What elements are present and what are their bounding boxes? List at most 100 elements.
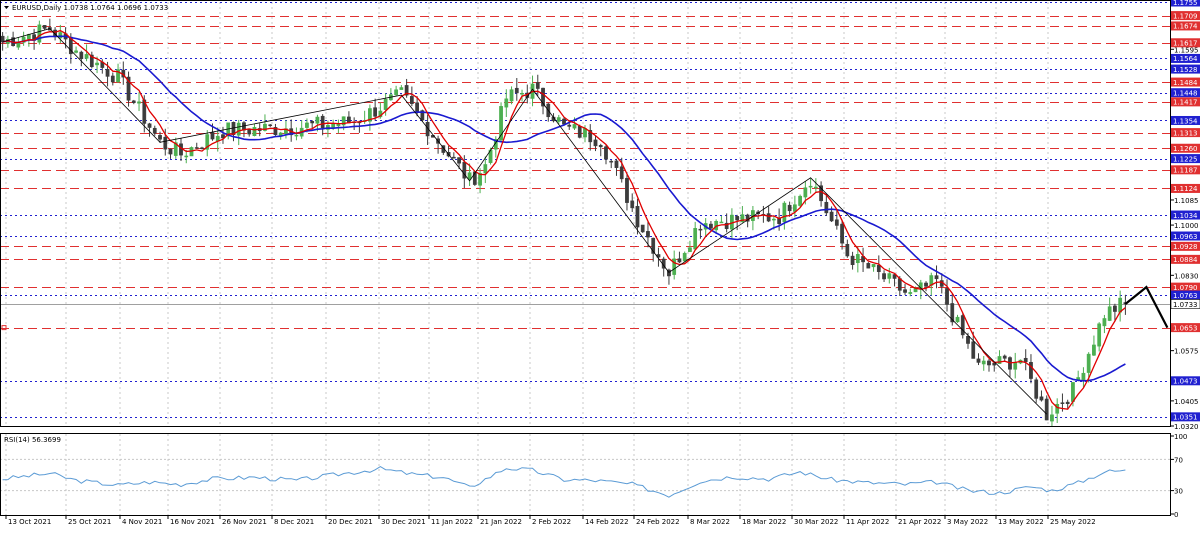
candle-body[interactable] bbox=[147, 123, 152, 128]
candle-body[interactable] bbox=[373, 107, 378, 117]
candle-body[interactable] bbox=[840, 223, 844, 244]
candle-body[interactable] bbox=[808, 185, 813, 188]
candle-body[interactable] bbox=[1002, 355, 1007, 359]
candle-body[interactable] bbox=[336, 123, 341, 127]
candle-body[interactable] bbox=[987, 360, 991, 366]
candle-body[interactable] bbox=[966, 336, 970, 344]
candle-body[interactable] bbox=[688, 247, 692, 253]
candle-body[interactable] bbox=[1118, 297, 1123, 313]
candle-body[interactable] bbox=[509, 89, 514, 102]
candle-body[interactable] bbox=[105, 68, 110, 77]
candle-body[interactable] bbox=[976, 358, 981, 363]
candle-body[interactable] bbox=[95, 62, 99, 66]
candle-body[interactable] bbox=[1081, 372, 1086, 380]
candle-body[interactable] bbox=[698, 228, 703, 231]
candle-body[interactable] bbox=[719, 221, 724, 224]
candle-body[interactable] bbox=[682, 252, 687, 262]
candle-body[interactable] bbox=[1113, 305, 1117, 312]
candle-body[interactable] bbox=[415, 102, 419, 113]
candle-body[interactable] bbox=[908, 292, 913, 294]
candle-body[interactable] bbox=[168, 148, 173, 155]
candle-body[interactable] bbox=[772, 218, 776, 221]
candle-body[interactable] bbox=[855, 254, 860, 264]
candle-body[interactable] bbox=[829, 211, 834, 222]
candle-body[interactable] bbox=[1097, 323, 1102, 347]
candle-body[interactable] bbox=[58, 32, 63, 39]
candle-body[interactable] bbox=[1107, 306, 1112, 321]
candle-body[interactable] bbox=[294, 134, 299, 137]
candle-body[interactable] bbox=[504, 98, 509, 108]
candle-body[interactable] bbox=[866, 263, 871, 269]
candle-body[interactable] bbox=[310, 121, 315, 124]
candle-body[interactable] bbox=[934, 275, 939, 280]
candle-body[interactable] bbox=[556, 117, 561, 122]
candle-body[interactable] bbox=[824, 201, 829, 214]
candle-body[interactable] bbox=[399, 87, 404, 90]
candle-body[interactable] bbox=[709, 223, 713, 229]
candle-body[interactable] bbox=[887, 273, 892, 279]
candle-body[interactable] bbox=[1102, 318, 1107, 327]
candle-body[interactable] bbox=[735, 216, 740, 221]
candle-body[interactable] bbox=[845, 243, 850, 257]
candle-body[interactable] bbox=[782, 202, 787, 223]
candle-body[interactable] bbox=[305, 122, 309, 128]
candle-body[interactable] bbox=[535, 82, 540, 89]
candle-body[interactable] bbox=[383, 98, 388, 110]
candle-body[interactable] bbox=[79, 51, 84, 60]
candle-body[interactable] bbox=[478, 173, 482, 186]
candle-body[interactable] bbox=[483, 164, 488, 174]
candle-body[interactable] bbox=[924, 282, 928, 287]
candle-body[interactable] bbox=[598, 145, 603, 148]
candle-body[interactable] bbox=[619, 166, 624, 180]
candle-body[interactable] bbox=[514, 87, 519, 94]
candle-body[interactable] bbox=[882, 273, 886, 280]
candle-body[interactable] bbox=[315, 116, 320, 124]
candle-body[interactable] bbox=[635, 205, 640, 228]
candle-body[interactable] bbox=[646, 231, 650, 238]
candle-body[interactable] bbox=[268, 124, 273, 127]
candle-body[interactable] bbox=[572, 124, 577, 129]
candle-body[interactable] bbox=[960, 315, 965, 336]
candle-body[interactable] bbox=[609, 160, 614, 163]
candle-body[interactable] bbox=[871, 264, 876, 268]
candle-body[interactable] bbox=[604, 146, 608, 160]
candle-body[interactable] bbox=[331, 123, 336, 128]
candle-body[interactable] bbox=[84, 54, 89, 59]
candle-body[interactable] bbox=[787, 204, 792, 212]
candle-body[interactable] bbox=[850, 255, 855, 265]
candle-body[interactable] bbox=[252, 127, 257, 136]
candle-body[interactable] bbox=[163, 136, 168, 150]
candle-body[interactable] bbox=[992, 362, 997, 366]
candle-body[interactable] bbox=[457, 157, 461, 164]
candle-body[interactable] bbox=[184, 155, 189, 158]
candle-body[interactable] bbox=[677, 258, 682, 263]
candle-body[interactable] bbox=[320, 115, 325, 128]
candle-body[interactable] bbox=[520, 93, 524, 95]
candle-body[interactable] bbox=[236, 122, 241, 136]
candle-body[interactable] bbox=[467, 172, 472, 180]
candle-body[interactable] bbox=[876, 264, 881, 272]
candle-body[interactable] bbox=[210, 132, 215, 140]
candle-body[interactable] bbox=[625, 177, 629, 203]
candle-body[interactable] bbox=[1071, 382, 1075, 402]
candle-body[interactable] bbox=[1034, 379, 1039, 399]
candle-body[interactable] bbox=[158, 135, 162, 140]
candle-body[interactable] bbox=[567, 124, 572, 127]
candle-body[interactable] bbox=[409, 96, 414, 104]
candle-body[interactable] bbox=[1044, 398, 1049, 421]
candle-body[interactable] bbox=[955, 316, 960, 323]
candle-body[interactable] bbox=[798, 195, 802, 206]
candle-body[interactable] bbox=[194, 147, 199, 149]
candle-body[interactable] bbox=[981, 360, 986, 365]
candle-body[interactable] bbox=[1060, 402, 1065, 404]
candle-body[interactable] bbox=[562, 118, 566, 125]
candle-body[interactable] bbox=[640, 224, 645, 233]
candle-body[interactable] bbox=[1039, 396, 1044, 401]
candle-body[interactable] bbox=[593, 139, 598, 147]
candle-body[interactable] bbox=[1023, 357, 1028, 363]
candle-body[interactable] bbox=[834, 219, 839, 226]
candle-body[interactable] bbox=[583, 128, 587, 138]
candle-body[interactable] bbox=[630, 200, 635, 209]
candle-body[interactable] bbox=[152, 127, 157, 134]
candle-body[interactable] bbox=[74, 50, 78, 53]
